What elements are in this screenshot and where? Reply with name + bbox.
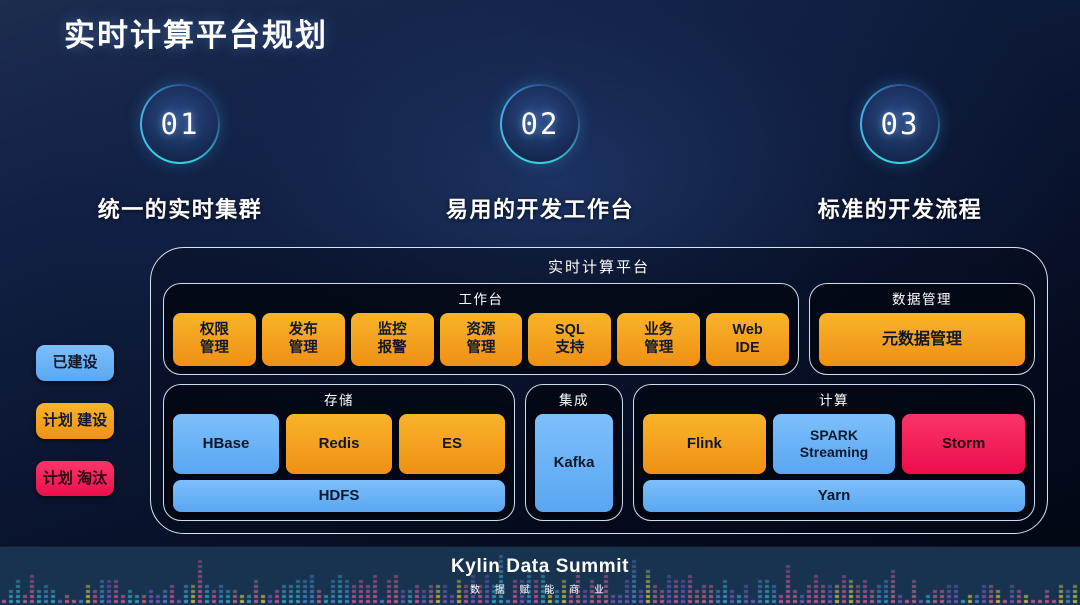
platform-row-top: 工作台 权限 管理 发布 管理 监控 报警 资源 管理 SQL 支持 业务 管理…	[163, 283, 1035, 375]
status-legend: 已建设 计划 建设 计划 淘汰	[36, 345, 114, 497]
group-title: 数据管理	[892, 292, 952, 307]
group-storage: 存储 HBase Redis ES HDFS	[163, 384, 515, 521]
tile-yarn[interactable]: Yarn	[643, 480, 1025, 512]
tile-hdfs[interactable]: HDFS	[173, 480, 505, 512]
page-title: 实时计算平台规划	[64, 18, 328, 53]
tile-web-ide[interactable]: Web IDE	[706, 313, 790, 366]
group-title: 计算	[819, 393, 849, 408]
platform-title: 实时计算平台	[547, 259, 650, 276]
pillar-number: 03	[880, 107, 920, 141]
pillar-circle-02: 02	[500, 84, 580, 164]
tile-hbase[interactable]: HBase	[173, 414, 279, 474]
tile-release-mgmt[interactable]: 发布 管理	[261, 313, 345, 366]
slide-canvas: 实时计算平台规划 01 统一的实时集群 02 易用的开发工作台 03 标准的开发…	[0, 0, 1080, 605]
pillar-label: 易用的开发工作台	[445, 197, 634, 222]
tile-metadata-mgmt[interactable]: 元数据管理	[819, 313, 1025, 366]
group-body: Flink SPARK Streaming Storm Yarn	[643, 414, 1026, 512]
group-data-management: 数据管理 元数据管理	[809, 283, 1035, 375]
tile-monitor-alert[interactable]: 监控 报警	[350, 313, 434, 366]
pillar-circle-03: 03	[860, 84, 940, 164]
group-title: 存储	[324, 393, 354, 408]
tile-business-mgmt[interactable]: 业务 管理	[617, 313, 701, 366]
tile-sql-support[interactable]: SQL 支持	[528, 313, 612, 366]
tile-redis[interactable]: Redis	[286, 414, 392, 474]
compute-tile-row: Flink SPARK Streaming Storm	[643, 414, 1026, 474]
group-body: 权限 管理 发布 管理 监控 报警 资源 管理 SQL 支持 业务 管理 Web…	[173, 313, 790, 366]
legend-item-deprecate: 计划 淘汰	[36, 460, 114, 497]
storage-tile-bar: HDFS	[173, 480, 505, 512]
summit-tagline: 数 据 赋 能 商 业	[470, 585, 610, 596]
footer-band: Kylin Data Summit 数 据 赋 能 商 业	[0, 547, 1080, 605]
tile-resource-mgmt[interactable]: 资源 管理	[439, 313, 523, 366]
pillar-03: 03 标准的开发流程	[720, 84, 1080, 224]
group-workbench: 工作台 权限 管理 发布 管理 监控 报警 资源 管理 SQL 支持 业务 管理…	[163, 283, 799, 375]
group-compute: 计算 Flink SPARK Streaming Storm Yarn	[633, 384, 1035, 521]
tile-permission-mgmt[interactable]: 权限 管理	[173, 313, 256, 366]
group-body: 元数据管理	[819, 313, 1025, 366]
tile-es[interactable]: ES	[399, 414, 505, 474]
tile-kafka[interactable]: Kafka	[535, 414, 613, 512]
tile-flink[interactable]: Flink	[643, 414, 766, 474]
group-title: 集成	[559, 393, 589, 408]
pillar-02: 02 易用的开发工作台	[360, 84, 720, 224]
group-integration: 集成 Kafka	[525, 384, 623, 521]
compute-tile-bar: Yarn	[643, 480, 1025, 512]
group-title: 工作台	[458, 292, 504, 307]
summit-title: Kylin Data Summit	[450, 556, 630, 577]
legend-item-built: 已建设	[36, 345, 114, 381]
group-body: HBase Redis ES HDFS	[173, 414, 505, 512]
tile-storm[interactable]: Storm	[902, 414, 1026, 474]
pillar-number: 01	[160, 107, 200, 141]
platform-row-bottom: 存储 HBase Redis ES HDFS 集成 Kafka 计算 Flink…	[163, 384, 1035, 521]
legend-item-planned: 计划 建设	[36, 402, 114, 439]
pillar-01: 01 统一的实时集群	[0, 84, 360, 224]
storage-tile-row: HBase Redis ES	[173, 414, 505, 474]
pillar-number: 02	[520, 107, 560, 141]
pillar-label: 统一的实时集群	[97, 197, 263, 222]
tile-spark-streaming[interactable]: SPARK Streaming	[772, 414, 896, 474]
platform-container: 实时计算平台 工作台 权限 管理 发布 管理 监控 报警 资源 管理 SQL 支…	[150, 247, 1048, 534]
pillars-row: 01 统一的实时集群 02 易用的开发工作台 03 标准的开发流程	[0, 84, 1080, 224]
pillar-circle-01: 01	[140, 84, 220, 164]
pillar-label: 标准的开发流程	[817, 197, 983, 222]
footer-text-block: Kylin Data Summit 数 据 赋 能 商 业	[0, 547, 1080, 605]
group-body: Kafka	[535, 414, 613, 512]
